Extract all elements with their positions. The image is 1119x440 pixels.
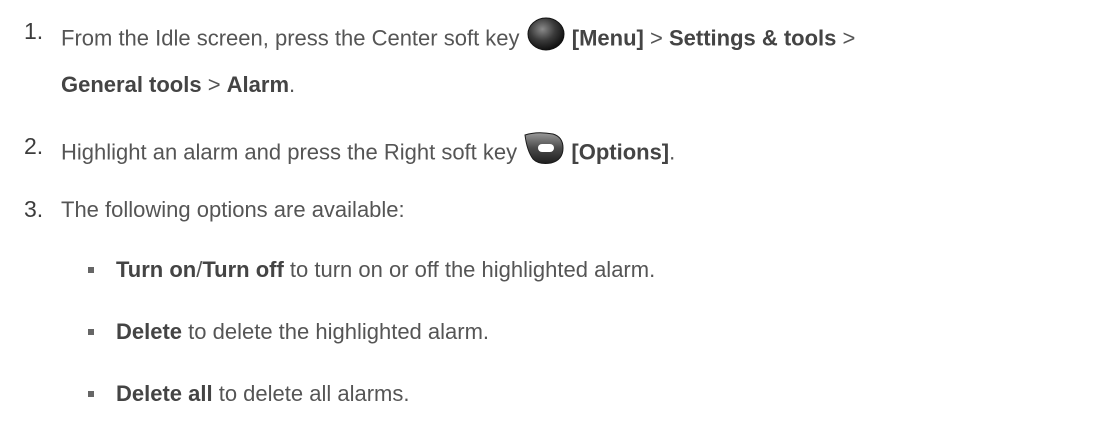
step-line: Highlight an alarm and press the Right s…	[61, 132, 676, 165]
menu-label: [Menu]	[571, 25, 644, 51]
bullet-icon	[88, 391, 94, 397]
step-text-run: >	[836, 25, 856, 51]
step-text-run: >	[201, 72, 227, 97]
delete-all-label: Delete all	[116, 381, 213, 406]
list-item-desc: to turn on or off the highlighted alarm.	[283, 257, 656, 282]
bullet-icon	[88, 267, 94, 273]
general-tools-label: General tools	[61, 72, 202, 97]
bullet-icon	[88, 329, 94, 335]
step-text: Highlight an alarm and press the Right s…	[61, 132, 676, 165]
step-line: From the Idle screen, press the Center s…	[61, 17, 855, 51]
step-text-run: >	[643, 25, 669, 51]
step-text-run: .	[289, 72, 296, 97]
step-text: The following options are available:	[61, 196, 405, 224]
center-soft-key-icon	[526, 16, 566, 59]
turn-off-label: Turn off	[202, 257, 284, 282]
delete-label: Delete	[116, 319, 183, 344]
list-item-text: Turn on/Turn off to turn on or off the h…	[116, 256, 655, 284]
step-text-run: From the Idle screen, press the Center s…	[61, 25, 526, 51]
list-item-text: Delete all to delete all alarms.	[116, 380, 409, 408]
list-item-desc: to delete the highlighted alarm.	[182, 319, 490, 344]
alarm-label: Alarm	[226, 72, 290, 97]
turn-on-label: Turn on	[116, 257, 197, 282]
step-line: The following options are available:	[61, 197, 405, 222]
settings-tools-label: Settings & tools	[668, 25, 837, 51]
list-item-text: Delete to delete the highlighted alarm.	[116, 318, 489, 346]
list-item-desc: to delete all alarms.	[212, 381, 410, 406]
step-number: 3.	[24, 196, 44, 222]
step-line: General tools > Alarm.	[61, 71, 855, 99]
step-text: From the Idle screen, press the Center s…	[61, 17, 855, 99]
step-text-run: .	[669, 139, 676, 165]
options-label: [Options]	[571, 139, 670, 165]
step-number: 2.	[24, 133, 44, 159]
right-soft-key-icon	[523, 131, 565, 172]
step-text-run: Highlight an alarm and press the Right s…	[61, 139, 524, 165]
step-number: 1.	[24, 18, 44, 44]
